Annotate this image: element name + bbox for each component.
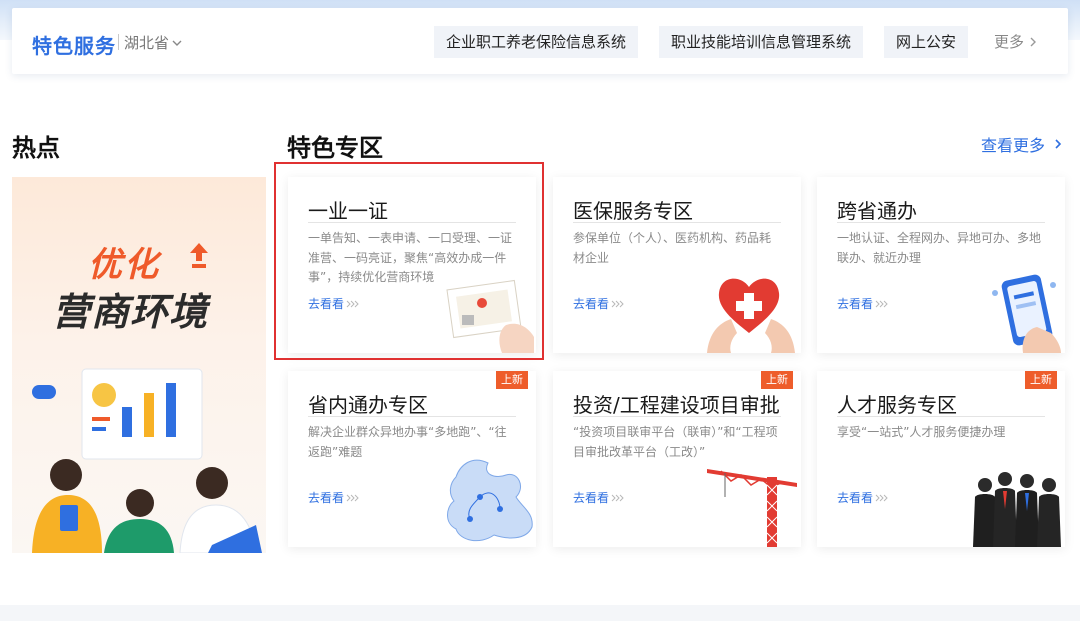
footer-band [0,605,1080,621]
nav-link-training-system[interactable]: 职业技能培训信息管理系统 [659,26,864,58]
card-go-link[interactable]: 去看看 [573,295,625,312]
card-divider [837,416,1045,417]
brand-title: 特色服务 [32,34,116,58]
region-selector[interactable]: 湖北省 [124,32,183,53]
feature-card-one-industry-one-license[interactable]: 一业一证 一单告知、一表申请、一口受理、一证准营、一码亮证，聚焦“高效办成一件事… [288,177,536,353]
certificate-illustration [446,279,534,353]
banner-headline-1: 优化 [88,245,160,285]
card-divider [837,222,1045,223]
card-divider [308,416,516,417]
medical-hands-illustration [707,278,795,353]
card-go-label: 去看看 [573,297,610,311]
team-illustration [973,472,1061,547]
card-title: 人才服务专区 [837,393,957,417]
nav-more-label: 更多 [994,33,1025,51]
phone-hand-illustration [992,274,1061,353]
top-navbar: 特色服务 湖北省 企业职工养老保险信息系统 职业技能培训信息管理系统 网上公安 … [12,8,1068,74]
brand-divider [118,34,119,50]
double-chevron-right-icon [611,300,624,307]
nav-more-button[interactable]: 更多 [994,31,1038,52]
chevron-right-icon [1030,37,1037,46]
new-badge: 上新 [761,371,793,389]
hot-section-title: 热点 [12,134,60,162]
feature-card-medical-insurance[interactable]: 医保服务专区 参保单位（个人）、医药机构、药品耗材企业 去看看 [553,177,801,353]
feature-card-cross-province[interactable]: 跨省通办 一地认证、全程网办、异地可办、多地联办、就近办理 去看看 [817,177,1065,353]
card-go-link[interactable]: 去看看 [837,295,889,312]
card-go-link[interactable]: 去看看 [308,295,360,312]
double-chevron-right-icon [346,494,359,501]
card-title: 跨省通办 [837,199,917,223]
card-divider [573,416,781,417]
feature-card-talent-service[interactable]: 上新 人才服务专区 享受“一站式”人才服务便捷办理 去看看 [817,371,1065,547]
chevron-down-icon [172,40,182,46]
card-go-link[interactable]: 去看看 [308,489,360,506]
card-title: 医保服务专区 [573,199,693,223]
card-description: 享受“一站式”人才服务便捷办理 [837,425,1006,439]
card-go-link[interactable]: 去看看 [837,489,889,506]
banner-headline-2: 营商环境 [52,290,209,334]
new-badge: 上新 [496,371,528,389]
map-illustration [447,459,533,542]
card-go-label: 去看看 [573,491,610,505]
card-divider [573,222,781,223]
card-go-label: 去看看 [308,491,345,505]
nav-link-online-police[interactable]: 网上公安 [884,26,969,58]
chevron-right-icon [1055,139,1062,149]
card-title: 一业一证 [308,199,388,223]
double-chevron-right-icon [346,300,359,307]
nav-link-pension-system[interactable]: 企业职工养老保险信息系统 [434,26,639,58]
card-go-label: 去看看 [837,297,874,311]
double-chevron-right-icon [875,300,888,307]
crane-illustration [707,469,797,547]
double-chevron-right-icon [875,494,888,501]
double-chevron-right-icon [611,494,624,501]
feature-card-in-province[interactable]: 上新 省内通办专区 解决企业群众异地办事“多地跑”、“往返跑”难题 去看看 [288,371,536,547]
card-go-label: 去看看 [308,297,345,311]
hot-banner[interactable]: 优化 营商环境 [12,177,266,553]
business-people-illustration [32,368,262,553]
view-more-label: 查看更多 [981,136,1046,155]
featured-section-title: 特色专区 [287,134,383,162]
card-go-link[interactable]: 去看看 [573,489,625,506]
card-title: 投资/工程建设项目审批 [573,393,780,417]
up-arrow-icon [190,243,208,268]
feature-card-investment-approval[interactable]: 上新 投资/工程建设项目审批 “投资项目联审平台（联审）”和“工程项目审批改革平… [553,371,801,547]
region-label: 湖北省 [124,34,170,52]
new-badge: 上新 [1025,371,1057,389]
view-more-link[interactable]: 查看更多 [981,132,1063,156]
card-divider [308,222,516,223]
card-go-label: 去看看 [837,491,874,505]
card-title: 省内通办专区 [308,393,428,417]
